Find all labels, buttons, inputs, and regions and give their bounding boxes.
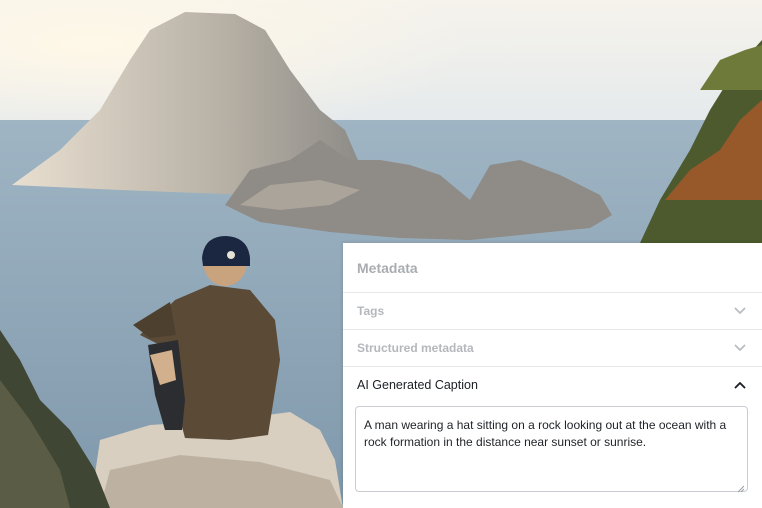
panel-title: Metadata	[357, 259, 418, 276]
section-ai-generated-caption[interactable]: AI Generated Caption	[343, 367, 762, 403]
section-label: AI Generated Caption	[357, 378, 478, 392]
caption-text: A man wearing a hat sitting on a rock lo…	[364, 418, 727, 449]
panel-header: Metadata	[343, 243, 762, 293]
chevron-up-icon	[734, 379, 746, 391]
caption-textarea[interactable]: A man wearing a hat sitting on a rock lo…	[355, 406, 748, 493]
section-tags[interactable]: Tags	[343, 293, 762, 330]
section-label: Structured metadata	[357, 341, 474, 355]
chevron-down-icon	[734, 342, 746, 354]
metadata-panel: Metadata Tags Structured metadata AI Gen…	[343, 243, 762, 508]
resize-handle-icon[interactable]	[737, 481, 745, 493]
caption-container: A man wearing a hat sitting on a rock lo…	[343, 403, 762, 493]
section-structured-metadata[interactable]: Structured metadata	[343, 330, 762, 367]
chevron-down-icon	[734, 305, 746, 317]
section-label: Tags	[357, 304, 385, 318]
